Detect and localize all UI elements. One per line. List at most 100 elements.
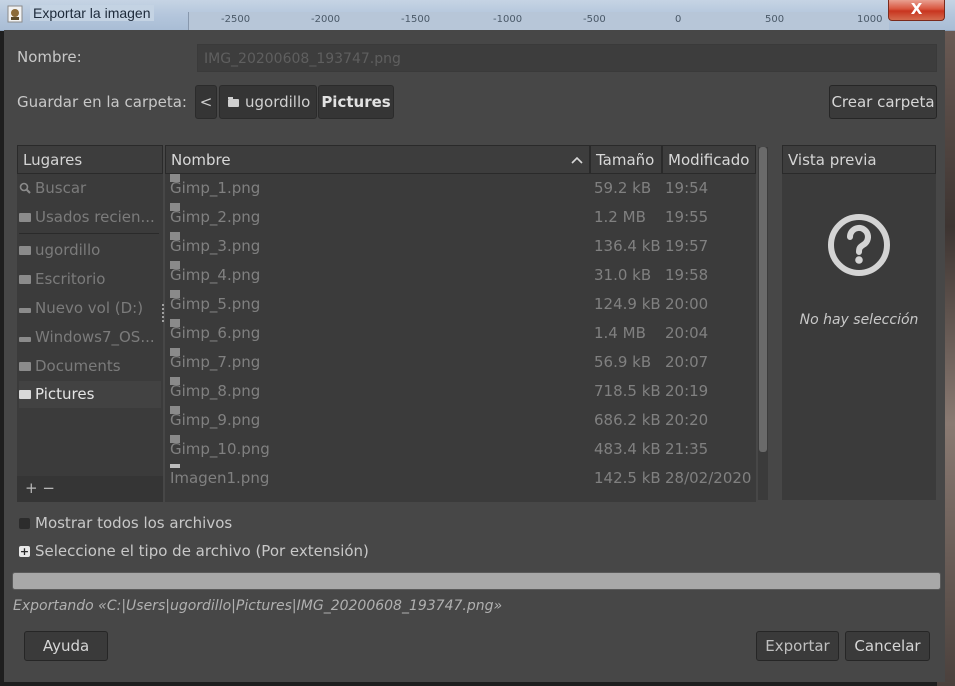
- file-name: Gimp_5.png: [170, 295, 261, 313]
- ruler-label: -1500: [401, 14, 431, 25]
- preview-panel: Vista previa No hay selección: [782, 145, 936, 500]
- export-button[interactable]: Exportar: [756, 631, 839, 661]
- place-item-search[interactable]: Buscar: [19, 175, 161, 202]
- file-size: 56.9 kB: [594, 353, 652, 371]
- ruler-label: 1000: [857, 14, 883, 25]
- file-row[interactable]: Gimp_7.png 56.9 kB 20:07: [165, 348, 756, 377]
- folder-icon: [19, 362, 31, 371]
- add-remove-bookmark[interactable]: + −: [25, 479, 55, 497]
- sort-ascending-icon: [571, 156, 583, 164]
- file-name: Gimp_4.png: [170, 266, 261, 284]
- title-bar: -2500 -2000 -1500 -1000 -500 0 500 1000 …: [0, 0, 955, 31]
- window-title: Exportar la imagen: [30, 5, 154, 21]
- column-name-label: Nombre: [171, 151, 231, 169]
- file-name: Gimp_9.png: [170, 411, 261, 429]
- show-all-label[interactable]: Mostrar todos los archivos: [35, 514, 232, 532]
- file-size: 1.2 MB: [594, 208, 646, 226]
- place-label: Escritorio: [35, 270, 106, 288]
- file-modified: 20:04: [665, 324, 709, 342]
- file-size: 1.4 MB: [594, 324, 646, 342]
- file-name: Imagen1.png: [170, 469, 270, 487]
- places-panel: Lugares Buscar Usados recien... ugordill…: [17, 145, 163, 502]
- ruler-label: 0: [675, 14, 682, 25]
- file-row[interactable]: Gimp_1.png 59.2 kB 19:54: [165, 174, 756, 203]
- breadcrumb-item-pictures[interactable]: Pictures: [318, 85, 394, 119]
- file-row[interactable]: Gimp_2.png 1.2 MB 19:55: [165, 203, 756, 232]
- place-label: Windows7_OS...: [35, 328, 155, 346]
- preview-header: Vista previa: [782, 145, 936, 174]
- folder-icon: [228, 97, 239, 107]
- gimp-app-icon: [7, 5, 23, 23]
- file-name: Gimp_1.png: [170, 179, 261, 197]
- file-size: 718.5 kB: [594, 382, 661, 400]
- file-name: Gimp_8.png: [170, 382, 261, 400]
- ruler-label: -500: [583, 14, 606, 25]
- export-progress-bar: [12, 572, 941, 590]
- show-all-checkbox[interactable]: [19, 518, 30, 529]
- place-label: Nuevo vol (D:): [35, 299, 144, 317]
- filename-input[interactable]: IMG_20200608_193747.png: [197, 44, 937, 72]
- scrollbar-thumb[interactable]: [759, 147, 767, 452]
- help-button[interactable]: Ayuda: [24, 631, 108, 661]
- place-item-pictures[interactable]: Pictures: [19, 381, 161, 408]
- place-label: ugordillo: [35, 241, 101, 259]
- file-name: Gimp_6.png: [170, 324, 261, 342]
- preview-empty-text: No hay selección: [799, 312, 919, 328]
- file-row[interactable]: Gimp_6.png 1.4 MB 20:04: [165, 319, 756, 348]
- cancel-button[interactable]: Cancelar: [845, 631, 930, 661]
- file-modified: 19:55: [665, 208, 709, 226]
- file-size: 142.5 kB: [594, 469, 661, 487]
- file-row[interactable]: Gimp_3.png 136.4 kB 19:57: [165, 232, 756, 261]
- file-size: 686.2 kB: [594, 411, 661, 429]
- place-item-recent[interactable]: Usados recien...: [19, 204, 161, 231]
- status-text: Exportando «C:|Users|ugordillo|Pictures|…: [13, 598, 503, 614]
- place-item-ugordillo[interactable]: ugordillo: [19, 237, 161, 264]
- ruler-label: -2000: [311, 14, 341, 25]
- place-item-drive-d[interactable]: Nuevo vol (D:): [19, 295, 161, 322]
- ruler-label: -2500: [221, 14, 251, 25]
- file-row[interactable]: Gimp_10.png 483.4 kB 21:35: [165, 435, 756, 464]
- file-modified: 20:19: [665, 382, 709, 400]
- column-header-modified[interactable]: Modificado: [662, 145, 756, 174]
- file-modified: 20:20: [665, 411, 709, 429]
- place-item-escritorio[interactable]: Escritorio: [19, 266, 161, 293]
- recent-icon: [19, 213, 31, 222]
- close-button[interactable]: X: [888, 0, 945, 21]
- breadcrumb-item-ugordillo[interactable]: ugordillo: [219, 85, 317, 119]
- column-header-size[interactable]: Tamaño: [590, 145, 662, 174]
- file-modified: 19:57: [665, 237, 709, 255]
- file-type-label[interactable]: Seleccione el tipo de archivo (Por exten…: [35, 542, 369, 560]
- file-size: 31.0 kB: [594, 266, 652, 284]
- file-list-scrollbar[interactable]: [758, 147, 768, 500]
- file-modified: 19:58: [665, 266, 709, 284]
- breadcrumb-label: ugordillo: [245, 93, 311, 111]
- expander-toggle-icon[interactable]: +: [19, 546, 30, 557]
- file-row[interactable]: Imagen1.png 142.5 kB 28/02/2020: [165, 464, 756, 493]
- column-header-name[interactable]: Nombre: [165, 145, 590, 174]
- file-size: 483.4 kB: [594, 440, 661, 458]
- place-label: Pictures: [35, 385, 95, 403]
- file-row[interactable]: Gimp_5.png 124.9 kB 20:00: [165, 290, 756, 319]
- question-icon: [828, 214, 890, 276]
- file-row[interactable]: Gimp_9.png 686.2 kB 20:20: [165, 406, 756, 435]
- name-label: Nombre:: [17, 48, 82, 66]
- places-footer: + −: [17, 476, 163, 502]
- ruler-label: -1000: [493, 14, 523, 25]
- place-item-windows7[interactable]: Windows7_OS...: [19, 324, 161, 351]
- file-row[interactable]: Gimp_8.png 718.5 kB 20:19: [165, 377, 756, 406]
- drive-icon: [19, 337, 31, 342]
- export-dialog: Nombre: IMG_20200608_193747.png Guardar …: [4, 30, 945, 682]
- file-name: Gimp_10.png: [170, 440, 270, 458]
- place-item-documents[interactable]: Documents: [19, 353, 161, 380]
- file-size: 59.2 kB: [594, 179, 652, 197]
- file-modified: 20:00: [665, 295, 709, 313]
- file-modified: 19:54: [665, 179, 709, 197]
- search-icon: [19, 182, 31, 194]
- create-folder-button[interactable]: Crear carpeta: [829, 85, 937, 119]
- file-size: 124.9 kB: [594, 295, 661, 313]
- file-modified: 20:07: [665, 353, 709, 371]
- breadcrumb-back-button[interactable]: <: [195, 85, 217, 119]
- horizontal-ruler: -2500 -2000 -1500 -1000 -500 0 500 1000: [188, 12, 889, 30]
- file-row[interactable]: Gimp_4.png 31.0 kB 19:58: [165, 261, 756, 290]
- place-label: Documents: [35, 357, 121, 375]
